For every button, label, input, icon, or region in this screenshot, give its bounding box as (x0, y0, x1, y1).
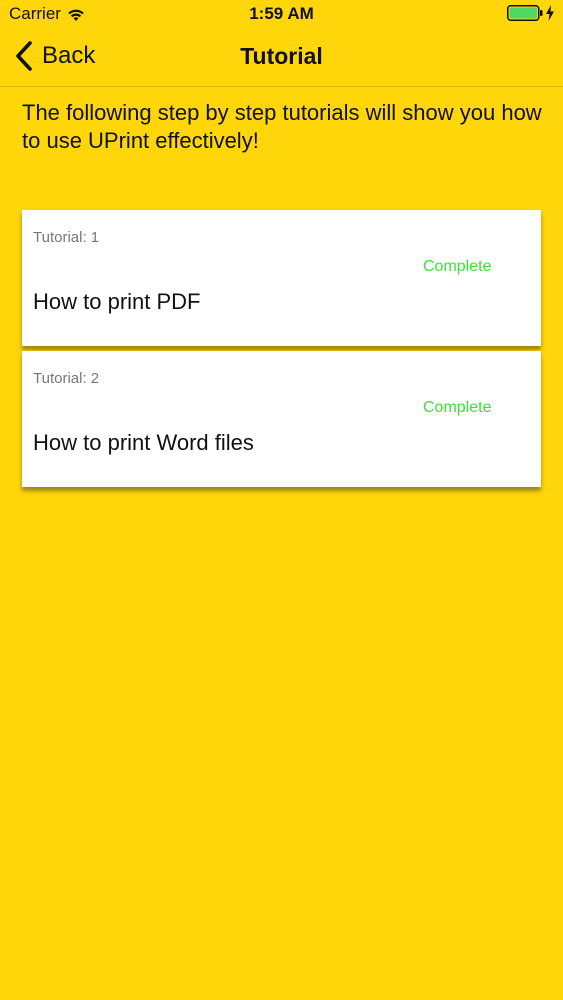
page-title: Tutorial (240, 43, 323, 69)
battery-icon (507, 5, 543, 21)
tutorial-card-1[interactable]: Tutorial: 1 Complete How to print PDF (22, 210, 541, 346)
tutorial-status: Complete (423, 258, 492, 275)
tutorial-card-2[interactable]: Tutorial: 2 Complete How to print Word f… (22, 351, 541, 487)
tutorial-title: How to print PDF (33, 289, 201, 314)
tutorial-status: Complete (423, 399, 492, 416)
tutorial-number: Tutorial: 2 (33, 370, 100, 387)
tutorial-title: How to print Word files (33, 430, 254, 455)
tutorial-number: Tutorial: 1 (33, 229, 100, 246)
status-right (507, 5, 555, 21)
status-time: 1:59 AM (249, 4, 314, 23)
navigation-bar: Back Tutorial (0, 28, 563, 87)
status-bar: Carrier 1:59 AM (0, 0, 563, 28)
intro-text: The following step by step tutorials wil… (22, 100, 542, 153)
bolt-icon (545, 5, 555, 21)
